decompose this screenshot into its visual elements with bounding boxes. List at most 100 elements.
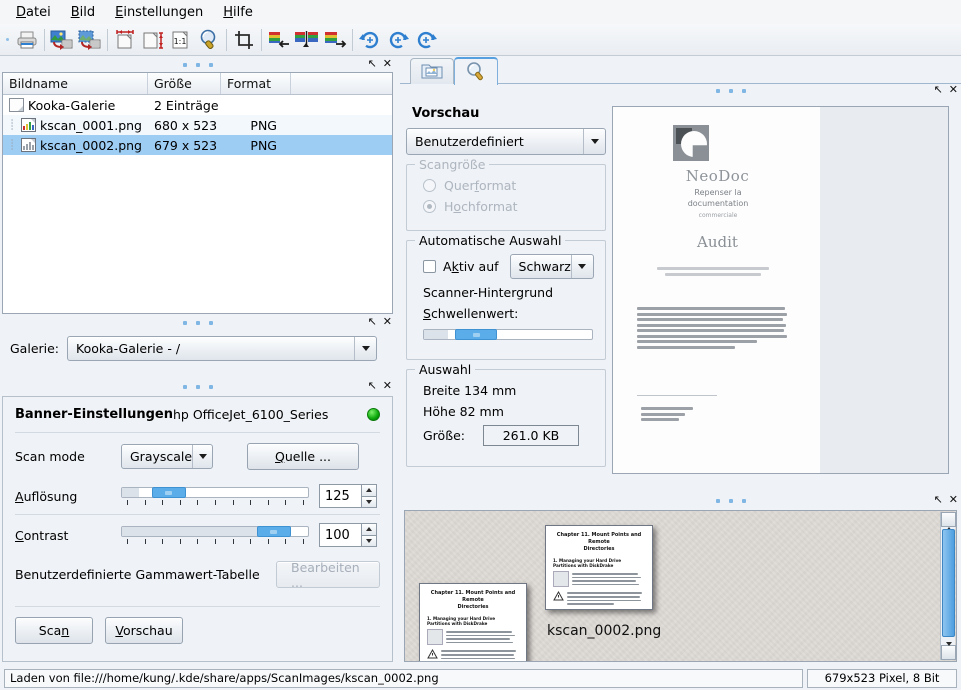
float-icon[interactable]: ↖ — [368, 58, 377, 70]
chevron-down-icon[interactable] — [192, 445, 212, 468]
thumbnail-subtitle: 1. Managing your Hard Drive Partitions w… — [427, 616, 519, 626]
column-header-name[interactable]: Bildname — [3, 73, 148, 94]
scan-mode-select[interactable]: Grayscale — [121, 444, 213, 469]
document-subtitle-line3: commerciale — [699, 212, 738, 219]
thumbnail-item[interactable]: Chapter 11. Mount Points and Remote Dire… — [545, 525, 653, 610]
slider-handle[interactable] — [257, 526, 291, 537]
table-row[interactable]: Kooka-Galerie 2 Einträge — [3, 95, 392, 115]
float-icon[interactable]: ↖ — [368, 380, 377, 392]
zoom-magnifier-icon[interactable] — [195, 26, 223, 54]
float-icon[interactable]: ↖ — [934, 84, 943, 96]
scrollbar-thumb[interactable] — [942, 529, 955, 637]
image-import-icon[interactable] — [48, 26, 76, 54]
thumbnail-scrollbar[interactable] — [940, 512, 955, 660]
mirror-both-icon[interactable] — [293, 26, 321, 54]
scansize-group: Scangröße Querformat Hochformat — [406, 164, 606, 231]
radio-hochformat[interactable]: Hochformat — [423, 199, 595, 214]
close-icon[interactable]: ✕ — [383, 58, 392, 70]
gamma-edit-button[interactable]: Bearbeiten ... — [276, 561, 380, 588]
resolution-stepper[interactable] — [319, 484, 377, 508]
slider-handle[interactable] — [152, 487, 186, 498]
scan-button[interactable]: Scan — [15, 617, 93, 644]
rotate-180-icon[interactable] — [412, 26, 440, 54]
column-header-format[interactable]: Format — [221, 73, 291, 94]
mirror-horizontal-icon[interactable] — [321, 26, 349, 54]
rotate-counterclockwise-icon[interactable] — [384, 26, 412, 54]
close-icon[interactable]: ✕ — [949, 494, 958, 506]
stepper-down-icon[interactable] — [361, 535, 377, 548]
close-icon[interactable]: ✕ — [383, 380, 392, 392]
thumbnail-list[interactable]: Chapter 11. Mount Points and Remote Dire… — [404, 510, 957, 662]
table-row[interactable]: ┊ kscan_0002.png 679 x 523 PNG — [3, 135, 392, 155]
chevron-down-icon[interactable] — [354, 337, 376, 360]
autoselect-checkbox[interactable] — [423, 260, 436, 273]
resolution-row: Auflösung — [3, 480, 392, 512]
fit-width-icon[interactable] — [111, 26, 139, 54]
file-list[interactable]: Bildname Größe Format Kooka-Galerie 2 Ei… — [2, 72, 393, 314]
svg-text:1:1: 1:1 — [174, 37, 187, 46]
contrast-stepper[interactable] — [319, 523, 377, 547]
stepper-up-icon[interactable] — [361, 484, 377, 496]
menu-einstellungen[interactable]: Einstellungen — [105, 2, 213, 23]
gallery-select[interactable]: Kooka-Galerie - / — [67, 336, 377, 361]
document-heading: Audit — [635, 233, 800, 251]
stepper-down-icon[interactable] — [361, 496, 377, 509]
float-icon[interactable]: ↖ — [368, 316, 377, 328]
file-list-dock-header[interactable]: ↖ ✕ — [0, 58, 395, 72]
crop-icon[interactable] — [230, 26, 258, 54]
preview-format-select[interactable]: Benutzerdefiniert — [406, 128, 606, 155]
gallery-select-value: Kooka-Galerie - / — [76, 341, 180, 356]
mirror-vertical-icon[interactable] — [265, 26, 293, 54]
slider-handle[interactable] — [455, 329, 497, 340]
preview-button[interactable]: Vorschau — [105, 617, 183, 644]
float-icon[interactable]: ↖ — [934, 494, 943, 506]
close-icon[interactable]: ✕ — [383, 316, 392, 328]
fit-height-icon[interactable] — [139, 26, 167, 54]
radio-icon-selected — [423, 200, 436, 213]
drag-handle-dots[interactable] — [716, 499, 746, 503]
drag-handle-dots[interactable] — [716, 89, 746, 93]
chevron-down-icon[interactable] — [583, 129, 605, 154]
menu-datei[interactable]: DDateiatei — [6, 2, 61, 23]
folder-icon — [9, 98, 24, 112]
rotate-clockwise-icon[interactable] — [356, 26, 384, 54]
gallery-dock-header[interactable]: ↖ ✕ — [0, 316, 395, 330]
close-icon[interactable]: ✕ — [949, 84, 958, 96]
resolution-input[interactable] — [319, 484, 361, 508]
scroll-up-icon[interactable] — [941, 512, 956, 527]
thumbnail-dock-header[interactable]: ↖ ✕ — [400, 494, 961, 508]
chevron-down-icon[interactable] — [571, 255, 593, 278]
stepper-up-icon[interactable] — [361, 523, 377, 535]
kooka-main-window: DDateiatei Bild Einstellungen Hilfe — [0, 0, 961, 690]
preview-dock-header[interactable]: ↖ ✕ — [400, 84, 961, 98]
thumbnail-item[interactable]: Chapter 11. Mount Points and Remote Dire… — [419, 583, 527, 662]
toolbar-grip[interactable] — [4, 29, 11, 51]
resolution-slider[interactable] — [121, 485, 309, 507]
drag-handle-dots[interactable] — [183, 63, 213, 67]
tab-preview[interactable] — [454, 57, 498, 85]
radio-querformat[interactable]: Querformat — [423, 178, 595, 193]
menu-bild[interactable]: Bild — [61, 2, 105, 23]
toolbar-separator — [107, 29, 108, 51]
print-icon[interactable] — [13, 26, 41, 54]
tab-gallery[interactable] — [410, 58, 454, 84]
stepper-buttons — [361, 523, 377, 547]
preview-canvas[interactable]: NeoDoc Repenser la documentation commerc… — [612, 106, 949, 474]
image-selection-import-icon[interactable] — [76, 26, 104, 54]
autoselect-color-select[interactable]: Schwarz — [510, 254, 594, 279]
menu-hilfe[interactable]: Hilfe — [213, 2, 263, 23]
slider-ticks — [121, 539, 309, 545]
drag-handle-dots[interactable] — [183, 321, 213, 325]
table-row[interactable]: ┊ kscan_0001.png 680 x 523 PNG — [3, 115, 392, 135]
contrast-slider[interactable] — [121, 524, 309, 546]
scroll-down-icon[interactable] — [941, 645, 956, 660]
drag-handle-dots[interactable] — [183, 385, 213, 389]
source-button[interactable]: Quelle ... — [247, 443, 359, 470]
threshold-slider[interactable] — [423, 327, 593, 349]
contrast-input[interactable] — [319, 523, 361, 547]
scansize-legend: Scangröße — [415, 157, 489, 172]
scanner-dock-header[interactable]: ↖ ✕ — [0, 380, 395, 394]
column-header-size[interactable]: Größe — [148, 73, 221, 94]
column-header-extra[interactable] — [291, 73, 392, 94]
zoom-original-icon[interactable]: 1:1 — [167, 26, 195, 54]
